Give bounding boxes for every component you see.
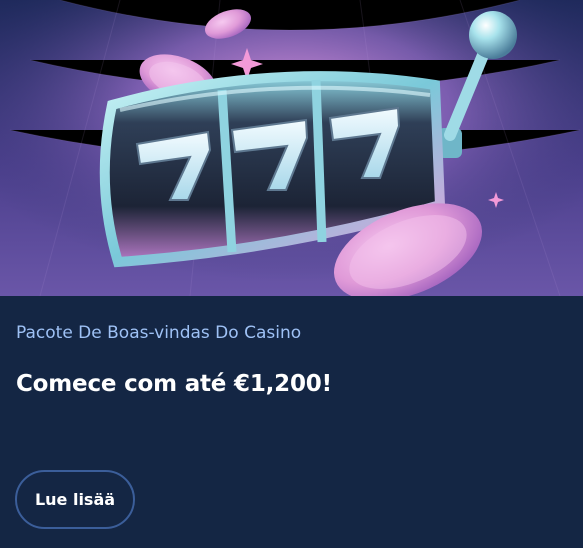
promo-banner-image	[0, 0, 583, 296]
slot-machine-illustration	[0, 0, 583, 296]
promo-subtitle: Pacote De Boas-vindas Do Casino	[16, 323, 302, 343]
promo-card: Pacote De Boas-vindas Do Casino Comece c…	[0, 0, 583, 548]
read-more-button[interactable]: Lue lisää	[15, 470, 135, 529]
promo-headline: Comece com até €1,200!	[16, 371, 332, 397]
